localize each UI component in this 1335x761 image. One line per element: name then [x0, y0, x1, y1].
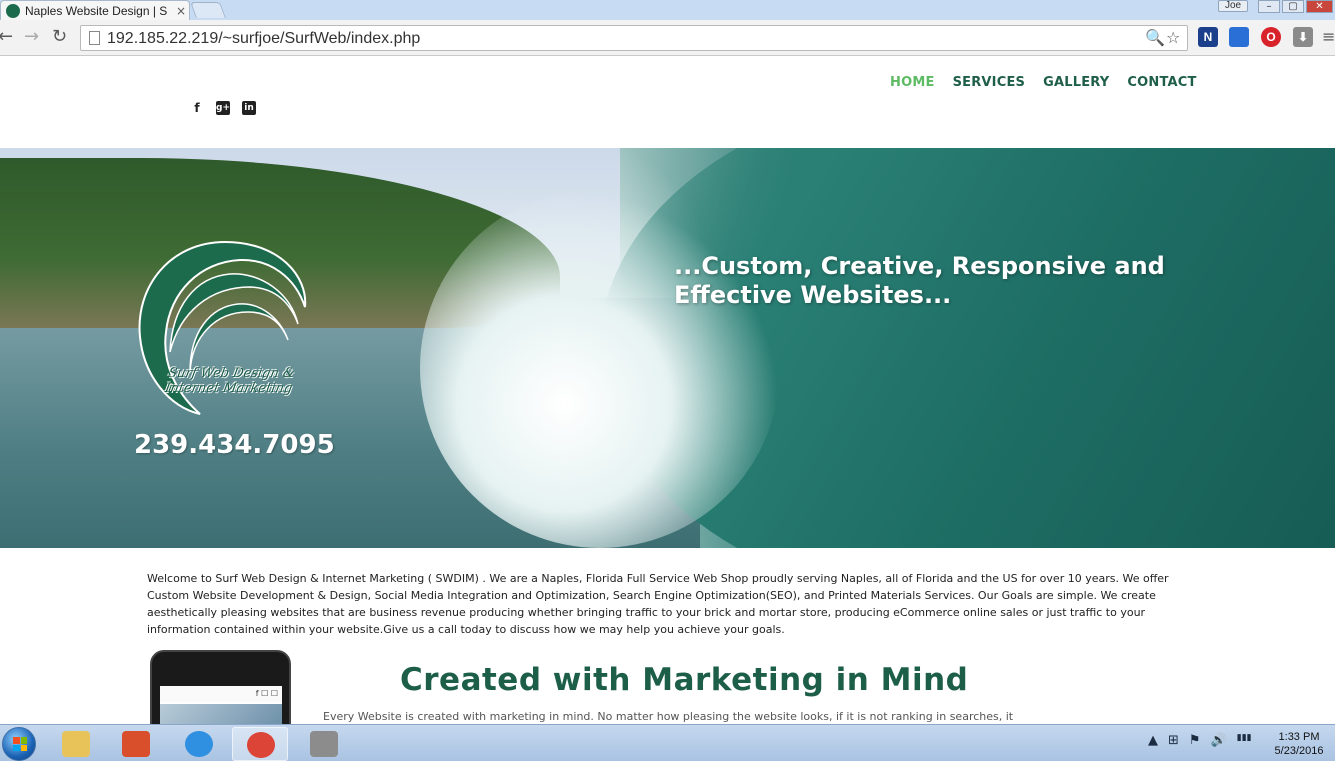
address-bar[interactable]: 192.185.22.219/~surfjoe/SurfWeb/index.ph…: [80, 25, 1188, 51]
close-window-button[interactable]: ✕: [1306, 0, 1333, 13]
maximize-button[interactable]: ▢: [1282, 0, 1304, 13]
social-links: f g+ in: [190, 101, 256, 115]
tab-close-icon[interactable]: ×: [176, 4, 186, 18]
logo-line-2: Internet Marketing: [163, 381, 294, 396]
hero-tagline: ...Custom, Creative, Responsive and Effe…: [674, 252, 1165, 309]
browser-tab[interactable]: Naples Website Design | S ×: [0, 0, 190, 20]
taskbar-camera[interactable]: [296, 727, 352, 761]
new-tab-button[interactable]: [190, 2, 226, 18]
phone-number[interactable]: 239.434.7095: [134, 430, 335, 460]
n-extension-icon[interactable]: N: [1198, 27, 1218, 47]
minimize-button[interactable]: –: [1258, 0, 1280, 13]
zoom-icon[interactable]: 🔍: [1145, 28, 1165, 47]
windows-logo-icon: [13, 737, 27, 751]
reload-icon[interactable]: ↻: [52, 27, 67, 47]
web-page: HOME SERVICES GALLERY CONTACT f g+ in Su…: [0, 57, 1335, 724]
taskbar-chrome[interactable]: [232, 727, 288, 761]
bookmark-star-icon[interactable]: ☆: [1166, 28, 1180, 47]
taskbar-explorer[interactable]: [48, 727, 104, 761]
camera-icon: [310, 731, 338, 757]
logo-tagline: Surf Web Design & Internet Marketing: [157, 366, 302, 396]
forward-icon[interactable]: →: [24, 27, 39, 47]
show-hidden-icons-icon[interactable]: ▲: [1148, 733, 1158, 748]
hero-banner: Surf Web Design & Internet Marketing 239…: [0, 148, 1335, 548]
title-bar: Naples Website Design | S × Joe – ▢ ✕: [0, 0, 1335, 20]
menu-icon[interactable]: ≡: [1322, 27, 1335, 47]
phone-screen-image: [160, 704, 282, 724]
taskbar-ie[interactable]: [171, 727, 227, 761]
taskbar-app[interactable]: [108, 727, 164, 761]
linkedin-icon[interactable]: in: [242, 101, 256, 115]
system-tray: ▲ ⊞ ⚑ 🔊 ▮▮▮: [1148, 733, 1252, 748]
page-icon: [89, 31, 100, 45]
phone-mockup: f ☐ ☐: [150, 650, 291, 724]
ie-icon: [185, 731, 213, 757]
windows-tray-icon[interactable]: ⊞: [1168, 733, 1179, 748]
site-favicon-icon: [6, 3, 20, 18]
google-plus-icon[interactable]: g+: [216, 101, 230, 115]
section-copy: Every Website is created with marketing …: [323, 710, 1014, 723]
volume-icon[interactable]: 🔊: [1211, 733, 1227, 748]
system-clock[interactable]: 1:33 PM 5/23/2016: [1266, 730, 1332, 758]
taskbar: ▲ ⊞ ⚑ 🔊 ▮▮▮ 1:33 PM 5/23/2016: [0, 724, 1335, 761]
nav-contact[interactable]: CONTACT: [1127, 75, 1196, 90]
opera-icon[interactable]: O: [1261, 27, 1281, 47]
phone-screen: f ☐ ☐: [160, 686, 282, 724]
nav-services[interactable]: SERVICES: [953, 75, 1026, 90]
blue-extension-icon[interactable]: [1229, 27, 1249, 47]
explorer-icon: [62, 731, 90, 757]
intro-paragraph: Welcome to Surf Web Design & Internet Ma…: [147, 572, 1169, 636]
clock-date: 5/23/2016: [1274, 745, 1324, 757]
download-icon[interactable]: ⬇: [1293, 27, 1313, 47]
facebook-icon[interactable]: f: [190, 101, 204, 115]
action-center-flag-icon[interactable]: ⚑: [1189, 733, 1201, 748]
section-title: Created with Marketing in Mind: [400, 662, 969, 698]
nav-home[interactable]: HOME: [890, 75, 935, 90]
phone-screen-header: f ☐ ☐: [160, 686, 282, 702]
start-button[interactable]: [2, 727, 36, 761]
chrome-icon: [247, 732, 275, 758]
url-text: 192.185.22.219/~surfjoe/SurfWeb/index.ph…: [107, 30, 421, 47]
network-signal-icon[interactable]: ▮▮▮: [1237, 733, 1252, 748]
browser-toolbar: ← → ↻ 192.185.22.219/~surfjoe/SurfWeb/in…: [0, 20, 1335, 56]
hero-wave-crest: [420, 188, 780, 548]
logo-line-1: Surf Web Design &: [166, 366, 296, 381]
tab-title: Naples Website Design | S: [25, 3, 168, 18]
user-profile-badge[interactable]: Joe: [1218, 0, 1248, 12]
main-nav: HOME SERVICES GALLERY CONTACT: [890, 75, 1197, 90]
nav-gallery[interactable]: GALLERY: [1043, 75, 1109, 90]
clock-time: 1:33 PM: [1278, 731, 1320, 743]
back-icon[interactable]: ←: [0, 27, 13, 47]
app-icon: [122, 731, 150, 757]
